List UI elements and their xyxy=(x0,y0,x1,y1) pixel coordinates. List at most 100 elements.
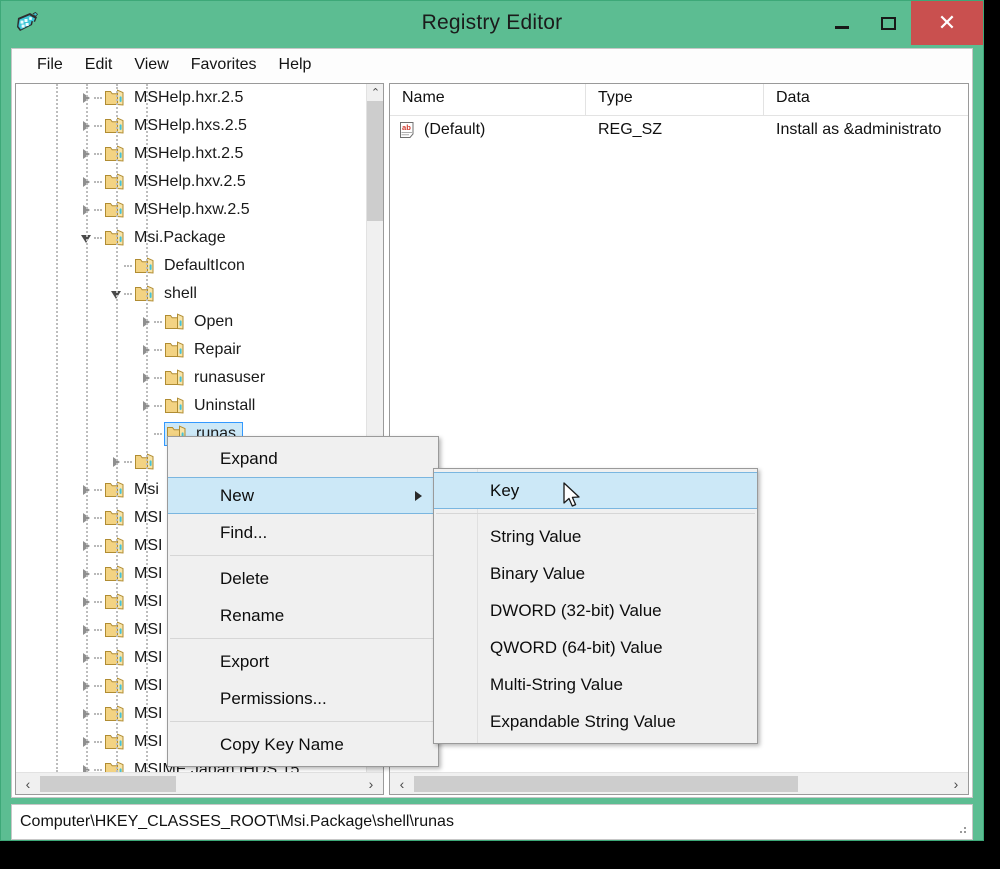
context-menu-item-find[interactable]: Find... xyxy=(168,514,438,551)
tree-connector-line xyxy=(94,657,102,659)
tree-horizontal-scrollbar[interactable]: ‹ › xyxy=(16,772,383,794)
submenu-arrow-icon xyxy=(415,490,422,501)
values-hscroll-left-icon[interactable]: ‹ xyxy=(392,773,412,794)
context-menu-item-copy-key-name[interactable]: Copy Key Name xyxy=(168,726,438,763)
resize-grip-icon[interactable] xyxy=(954,821,968,835)
context-menu-item-export[interactable]: Export xyxy=(168,643,438,680)
tree-item-label: MSHelp.hxr.2.5 xyxy=(134,88,244,106)
submenu-item-label: Key xyxy=(490,480,520,500)
value-type-cell: REG_SZ xyxy=(598,121,663,138)
menu-favorites[interactable]: Favorites xyxy=(180,53,268,77)
tree-item[interactable]: runasuser xyxy=(16,364,366,392)
tree-item[interactable]: MSHelp.hxw.2.5 xyxy=(16,196,366,224)
folder-icon xyxy=(104,648,126,668)
submenu-item-string-value[interactable]: String Value xyxy=(434,518,757,555)
context-menu-item-expand[interactable]: Expand xyxy=(168,440,438,477)
context-menu-item-new[interactable]: New xyxy=(168,477,438,514)
submenu-item-label: Multi-String Value xyxy=(490,674,623,694)
folder-icon xyxy=(164,396,186,416)
submenu-item-binary-value[interactable]: Binary Value xyxy=(434,555,757,592)
tree-item[interactable]: Open xyxy=(16,308,366,336)
tree-connector-line xyxy=(94,629,102,631)
column-header-type[interactable]: Type xyxy=(586,84,764,115)
submenu-separator xyxy=(436,513,755,514)
values-horizontal-scrollbar[interactable]: ‹ › xyxy=(390,772,968,794)
column-header-data[interactable]: Data xyxy=(764,84,968,115)
tree-connector-line xyxy=(124,293,132,295)
folder-icon xyxy=(104,760,126,772)
tree-connector-line xyxy=(94,489,102,491)
menu-bar: File Edit View Favorites Help xyxy=(12,49,972,81)
tree-item[interactable]: Uninstall xyxy=(16,392,366,420)
submenu-item-label: Binary Value xyxy=(490,563,586,583)
tree-connector-line xyxy=(94,237,102,239)
tree-item[interactable]: MSHelp.hxs.2.5 xyxy=(16,112,366,140)
tree-item-label: MSI xyxy=(134,676,163,694)
folder-icon xyxy=(104,620,126,640)
tree-context-menu: Expand New Find... Delete Rename Export Permis… xyxy=(167,436,439,767)
tree-connector-line xyxy=(124,461,132,463)
column-header-name[interactable]: Name xyxy=(390,84,586,115)
folder-icon xyxy=(104,536,126,556)
tree-item-label: Open xyxy=(194,312,234,330)
values-hscroll-thumb[interactable] xyxy=(414,776,798,792)
tree-connector-line xyxy=(94,209,102,211)
context-menu-item-label: Find... xyxy=(220,522,268,542)
tree-item-label: DefaultIcon xyxy=(164,256,245,274)
submenu-item-multi-string-value[interactable]: Multi-String Value xyxy=(434,666,757,703)
tree-connector-line xyxy=(124,265,132,267)
scroll-up-icon[interactable]: ⌃ xyxy=(367,84,383,101)
submenu-item-key[interactable]: Key xyxy=(434,472,757,509)
tree-item[interactable]: MSHelp.hxv.2.5 xyxy=(16,168,366,196)
menu-help[interactable]: Help xyxy=(268,53,323,77)
menu-view[interactable]: View xyxy=(123,53,179,77)
folder-icon xyxy=(104,116,126,136)
tree-item[interactable]: Msi.Package xyxy=(16,224,366,252)
folder-icon xyxy=(104,144,126,164)
tree-item-label: Uninstall xyxy=(194,396,256,414)
minimize-button[interactable] xyxy=(819,1,865,45)
submenu-item-qword-64-bit-value[interactable]: QWORD (64-bit) Value xyxy=(434,629,757,666)
context-menu-item-delete[interactable]: Delete xyxy=(168,560,438,597)
maximize-button[interactable] xyxy=(865,1,911,45)
value-row[interactable]: ab (Default) REG_SZ Install as &administrat… xyxy=(390,116,968,144)
submenu-item-expandable-string-value[interactable]: Expandable String Value xyxy=(434,703,757,740)
tree-scroll-thumb[interactable] xyxy=(367,101,383,221)
folder-icon xyxy=(104,172,126,192)
tree-item-label: MSHelp.hxt.2.5 xyxy=(134,144,244,162)
context-menu-separator xyxy=(170,555,436,556)
context-menu-item-label: Rename xyxy=(220,605,285,625)
folder-icon xyxy=(164,312,186,332)
tree-connector-line xyxy=(94,601,102,603)
menu-file[interactable]: File xyxy=(26,53,74,77)
tree-hscroll-thumb[interactable] xyxy=(40,776,176,792)
folder-icon xyxy=(164,368,186,388)
tree-guide-line xyxy=(116,84,118,772)
context-menu-item-label: Permissions... xyxy=(220,688,327,708)
tree-item[interactable]: MSHelp.hxt.2.5 xyxy=(16,140,366,168)
value-name-cell: ab (Default) xyxy=(390,121,586,139)
values-hscroll-right-icon[interactable]: › xyxy=(946,773,966,794)
context-menu-item-label: Expand xyxy=(220,448,278,468)
tree-connector-line xyxy=(94,685,102,687)
tree-item-label: MSI xyxy=(134,564,163,582)
tree-item[interactable]: MSHelp.hxr.2.5 xyxy=(16,84,366,112)
tree-guide-line xyxy=(86,84,88,772)
folder-icon xyxy=(104,508,126,528)
tree-connector-line xyxy=(94,545,102,547)
folder-icon xyxy=(104,676,126,696)
tree-item[interactable]: DefaultIcon xyxy=(16,252,366,280)
menu-edit[interactable]: Edit xyxy=(74,53,124,77)
tree-item[interactable]: Repair xyxy=(16,336,366,364)
context-menu-item-rename[interactable]: Rename xyxy=(168,597,438,634)
submenu-item-dword-32-bit-value[interactable]: DWORD (32-bit) Value xyxy=(434,592,757,629)
tree-item[interactable]: shell xyxy=(16,280,366,308)
tree-item-label: MSI xyxy=(134,704,163,722)
screen: Registry Editor ✕ File Edit View Favorites H… xyxy=(0,0,1000,869)
value-name-text: (Default) xyxy=(424,121,486,138)
context-menu-item-permissions[interactable]: Permissions... xyxy=(168,680,438,717)
close-button[interactable]: ✕ xyxy=(911,1,983,45)
tree-hscroll-left-icon[interactable]: ‹ xyxy=(18,773,38,794)
tree-connector-line xyxy=(94,97,102,99)
tree-hscroll-right-icon[interactable]: › xyxy=(361,773,381,794)
